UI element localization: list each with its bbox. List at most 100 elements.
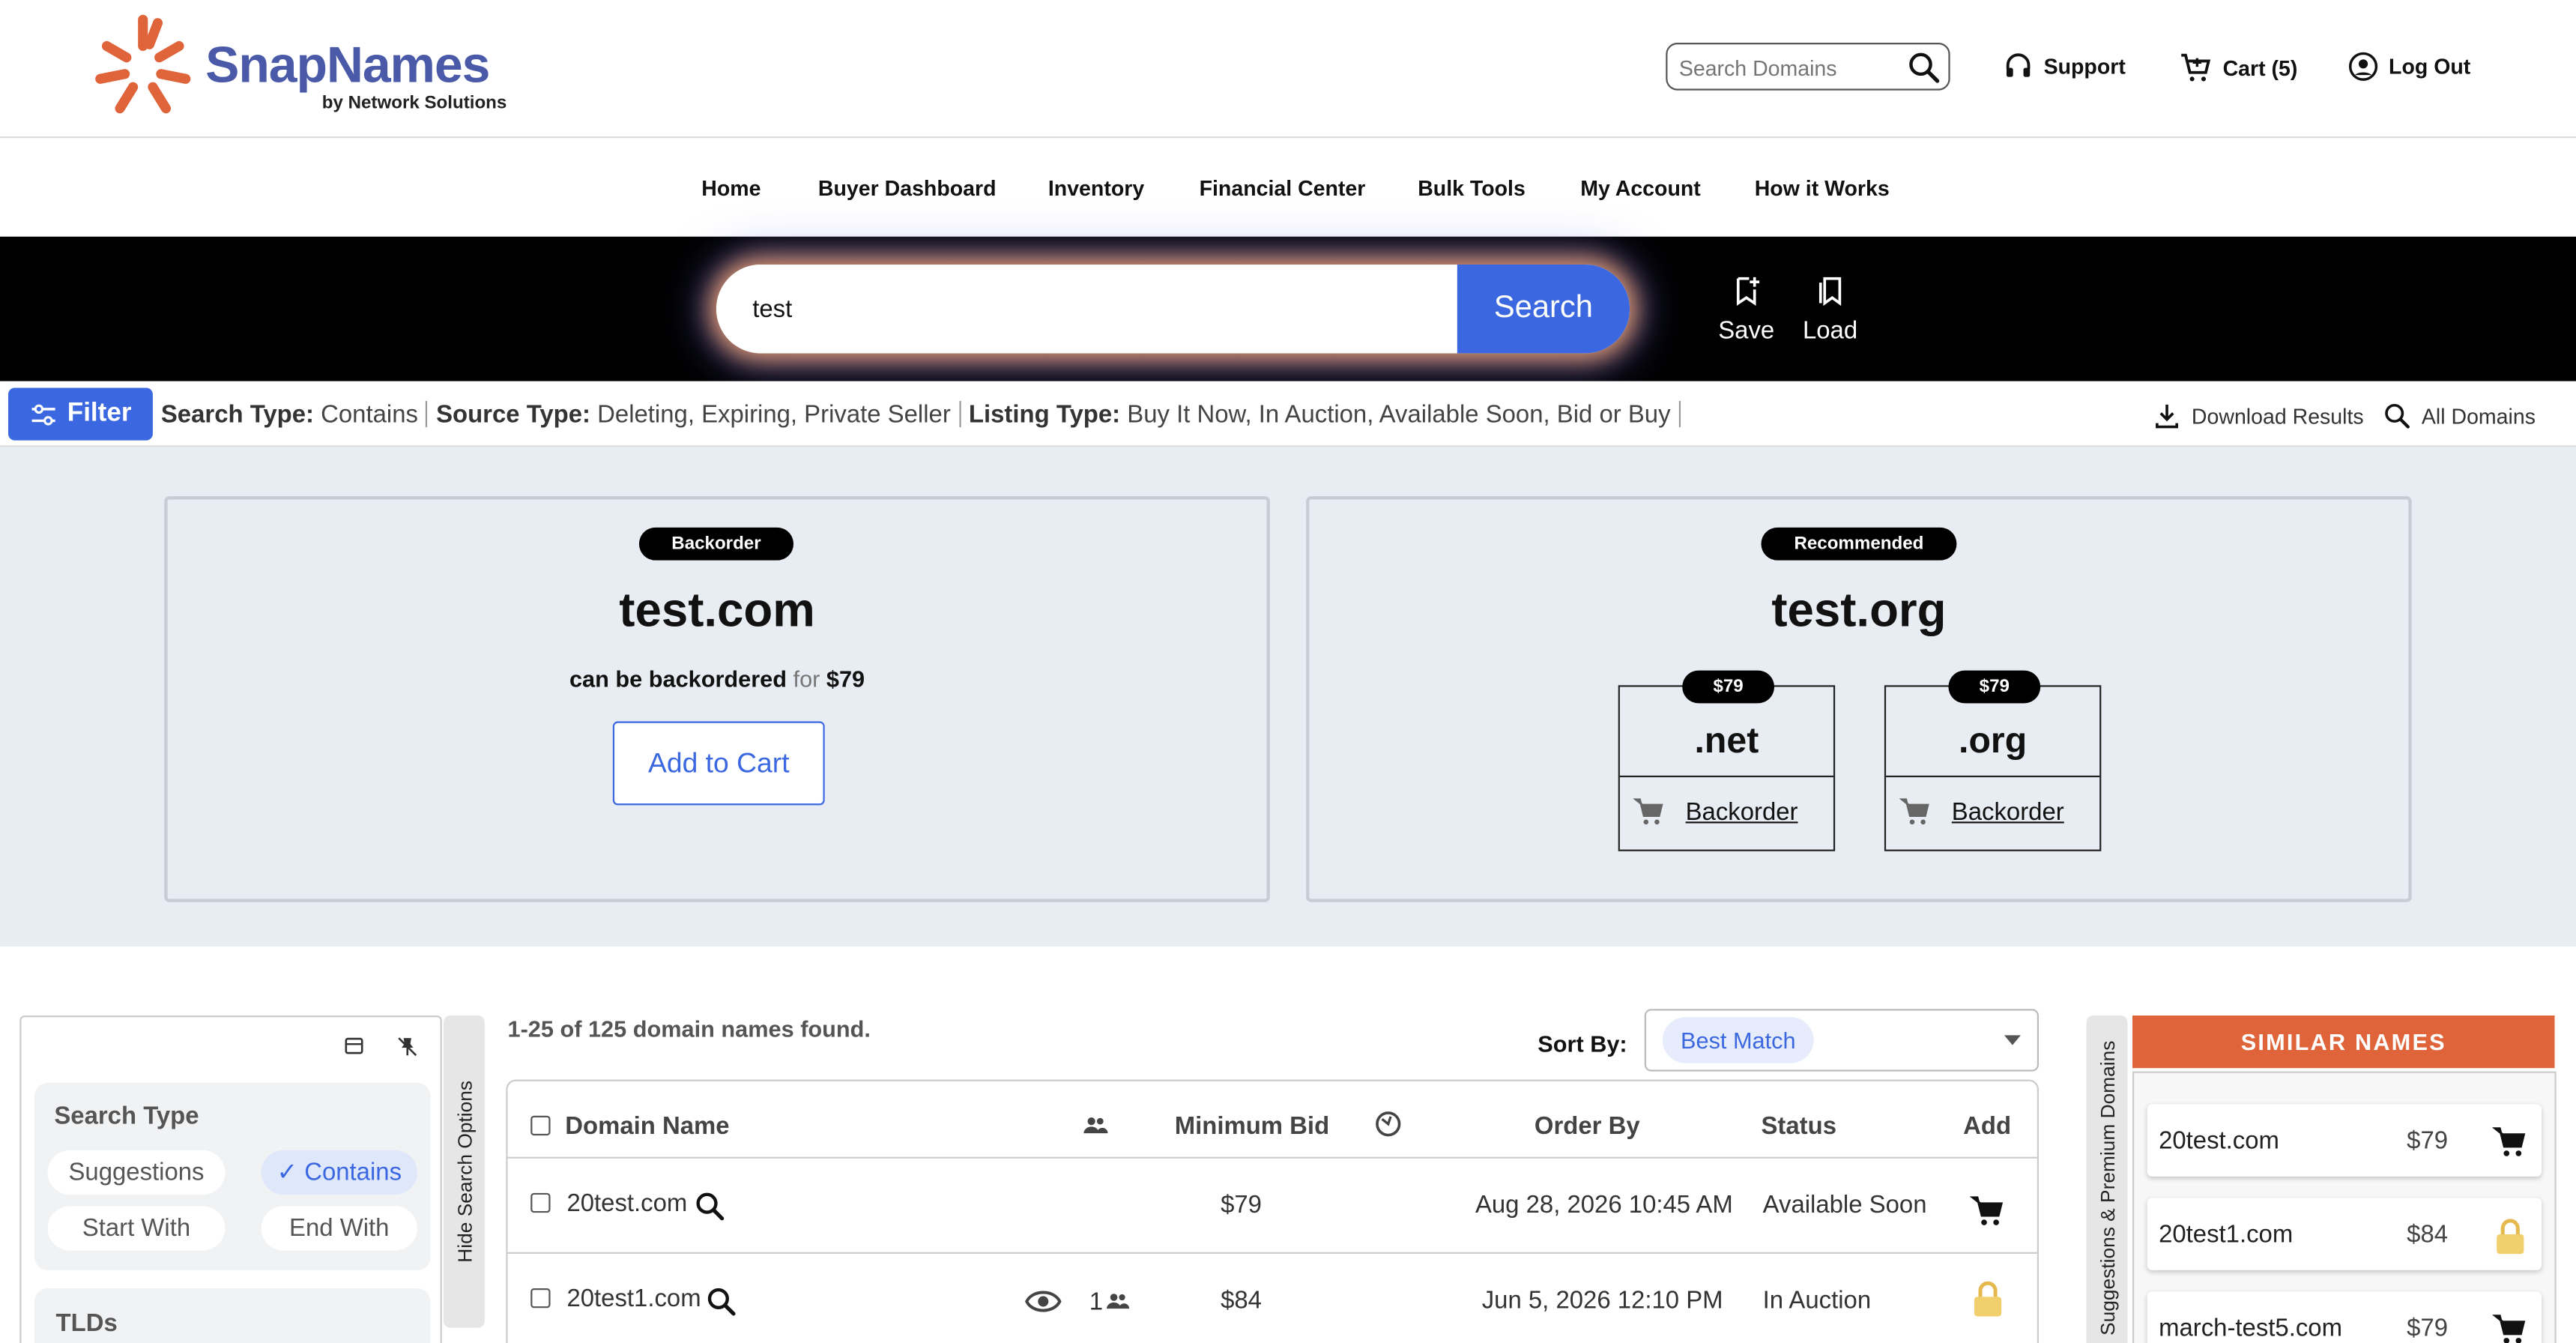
list-item[interactable]: 20test1.com $84 bbox=[2147, 1198, 2542, 1270]
divider bbox=[958, 400, 961, 428]
tlds-title: TLDs bbox=[55, 1309, 118, 1338]
backorder-label: Backorder bbox=[1951, 797, 2064, 826]
backorder-price-line: can be backordered for $79 bbox=[168, 666, 1267, 692]
support-link[interactable]: Support bbox=[2003, 51, 2126, 82]
search-icon bbox=[2385, 403, 2410, 429]
nav-inventory[interactable]: Inventory bbox=[1048, 176, 1144, 201]
similar-names-title: SIMILAR NAMES bbox=[2132, 1015, 2555, 1069]
nav-buyer-dashboard[interactable]: Buyer Dashboard bbox=[818, 176, 997, 201]
row-min-bid: $79 bbox=[1221, 1191, 1262, 1219]
hide-search-options-label: Hide Search Options bbox=[453, 1080, 476, 1263]
cart-link[interactable]: Cart (5) bbox=[2178, 51, 2297, 85]
featured-domain: test.com bbox=[619, 585, 815, 638]
search-icon[interactable] bbox=[693, 1189, 726, 1222]
option-contains-label: Contains bbox=[304, 1158, 402, 1187]
search-type-section: Search Type Suggestions ✓ Contains Start… bbox=[34, 1082, 431, 1270]
sort-label: Sort By: bbox=[1538, 1030, 1627, 1057]
option-end-with[interactable]: End With bbox=[261, 1206, 417, 1251]
search-icon[interactable] bbox=[705, 1285, 738, 1318]
search-icon[interactable] bbox=[1905, 49, 1941, 85]
collapse-icon[interactable] bbox=[343, 1035, 365, 1057]
col-order-by[interactable]: Order By bbox=[1535, 1112, 1640, 1140]
logo-subtitle: by Network Solutions bbox=[321, 93, 507, 114]
row-checkbox[interactable] bbox=[530, 1288, 551, 1309]
results-count: 1-25 of 125 domain names found. bbox=[507, 1015, 871, 1042]
row-status: Available Soon bbox=[1762, 1191, 1927, 1219]
source-type-label: Source Type: bbox=[436, 400, 590, 429]
row-watchers: 1 bbox=[1089, 1288, 1103, 1317]
lock-icon[interactable] bbox=[1970, 1280, 2006, 1320]
eye-icon[interactable] bbox=[1025, 1287, 1062, 1316]
search-type-label: Search Type: bbox=[160, 400, 314, 429]
cart-icon[interactable] bbox=[1969, 1193, 2006, 1229]
sliders-icon bbox=[31, 403, 55, 425]
col-minimum-bid[interactable]: Minimum Bid bbox=[1175, 1112, 1329, 1140]
row-order-by: Aug 28, 2026 10:45 AM bbox=[1475, 1191, 1733, 1219]
support-label: Support bbox=[2043, 54, 2126, 79]
user-circle-icon bbox=[2348, 52, 2378, 81]
load-search-button[interactable]: Load bbox=[1794, 274, 1866, 345]
similar-names-panel: SIMILAR NAMES 20test.com $79 20test1.com… bbox=[2132, 1015, 2557, 1343]
headset-icon bbox=[2006, 53, 2031, 77]
save-search-button[interactable]: Save bbox=[1710, 274, 1782, 345]
backorder-badge: Backorder bbox=[638, 527, 794, 561]
globe-timer-icon bbox=[1376, 1111, 1401, 1137]
nav-financial-center[interactable]: Financial Center bbox=[1200, 176, 1366, 201]
recommended-badge: Recommended bbox=[1761, 527, 1957, 561]
cart-icon[interactable] bbox=[2492, 1312, 2528, 1343]
row-domain[interactable]: 20test1.com bbox=[566, 1285, 701, 1313]
tld-option-net: $79 .net Backorder bbox=[1618, 670, 1836, 851]
hide-search-options-tab[interactable]: Hide Search Options bbox=[444, 1015, 485, 1328]
cart-icon bbox=[1633, 798, 1663, 825]
suggestions-premium-tab[interactable]: Suggestions & Premium Domains bbox=[2086, 1015, 2128, 1343]
tld-price-badge: $79 bbox=[1682, 670, 1775, 704]
nav-home[interactable]: Home bbox=[701, 176, 761, 201]
row-min-bid: $84 bbox=[1221, 1286, 1262, 1315]
col-status[interactable]: Status bbox=[1761, 1112, 1836, 1140]
nav-bulk-tools[interactable]: Bulk Tools bbox=[1418, 176, 1526, 201]
snapnames-logo[interactable]: SnapNames by Network Solutions bbox=[91, 13, 534, 118]
list-item[interactable]: 20test.com $79 bbox=[2147, 1104, 2542, 1177]
domain-search-input[interactable] bbox=[716, 265, 1460, 354]
similar-names-list: 20test.com $79 20test1.com $84 march-tes… bbox=[2132, 1071, 2557, 1343]
row-checkbox[interactable] bbox=[530, 1192, 551, 1213]
backorder-card: Backorder test.com can be backordered fo… bbox=[164, 496, 1270, 902]
sort-value: Best Match bbox=[1662, 1017, 1814, 1063]
bookmarks-icon bbox=[1818, 277, 1842, 307]
listing-type-label: Listing Type: bbox=[968, 400, 1121, 429]
backorder-link[interactable]: Backorder bbox=[1899, 795, 2064, 828]
watchers-icon bbox=[1106, 1294, 1130, 1309]
backorder-label: Backorder bbox=[1685, 797, 1798, 826]
download-results-button[interactable]: Download Results bbox=[2152, 401, 2364, 430]
filter-button[interactable]: Filter bbox=[7, 387, 153, 441]
row-domain[interactable]: 20test.com bbox=[566, 1189, 687, 1217]
divider bbox=[426, 400, 429, 428]
logout-link[interactable]: Log Out bbox=[2347, 51, 2470, 82]
divider bbox=[1619, 775, 1833, 778]
cart-icon[interactable] bbox=[2492, 1124, 2528, 1160]
nav-my-account[interactable]: My Account bbox=[1580, 176, 1701, 201]
option-start-with[interactable]: Start With bbox=[47, 1206, 226, 1251]
option-suggestions[interactable]: Suggestions bbox=[47, 1150, 226, 1195]
featured-results: Backorder test.com can be backordered fo… bbox=[0, 447, 2576, 947]
list-item[interactable]: march-test5.com $79 bbox=[2147, 1291, 2542, 1343]
lock-icon[interactable] bbox=[2492, 1218, 2528, 1258]
logout-label: Log Out bbox=[2389, 54, 2471, 79]
divider bbox=[507, 1156, 2037, 1159]
backorder-link[interactable]: Backorder bbox=[1633, 795, 1798, 828]
tld-name: .net bbox=[1694, 719, 1759, 761]
select-all-checkbox[interactable] bbox=[530, 1115, 551, 1136]
sort-select[interactable]: Best Match bbox=[1644, 1009, 2040, 1072]
option-contains[interactable]: ✓ Contains bbox=[261, 1150, 417, 1195]
row-status: In Auction bbox=[1762, 1286, 1872, 1315]
nav-how-it-works[interactable]: How it Works bbox=[1755, 176, 1890, 201]
search-button[interactable]: Search bbox=[1457, 265, 1630, 354]
listing-type-value: Buy It Now, In Auction, Available Soon, … bbox=[1127, 400, 1671, 429]
all-domains-button[interactable]: All Domains bbox=[2382, 401, 2536, 430]
col-add: Add bbox=[1963, 1112, 2012, 1141]
filter-bar: Filter Search Type: Contains Source Type:… bbox=[0, 381, 2576, 447]
unpin-icon[interactable] bbox=[396, 1035, 419, 1058]
add-to-cart-button[interactable]: Add to Cart bbox=[612, 721, 825, 806]
col-domain-name[interactable]: Domain Name bbox=[565, 1112, 729, 1140]
header-search-input[interactable] bbox=[1678, 52, 1901, 82]
